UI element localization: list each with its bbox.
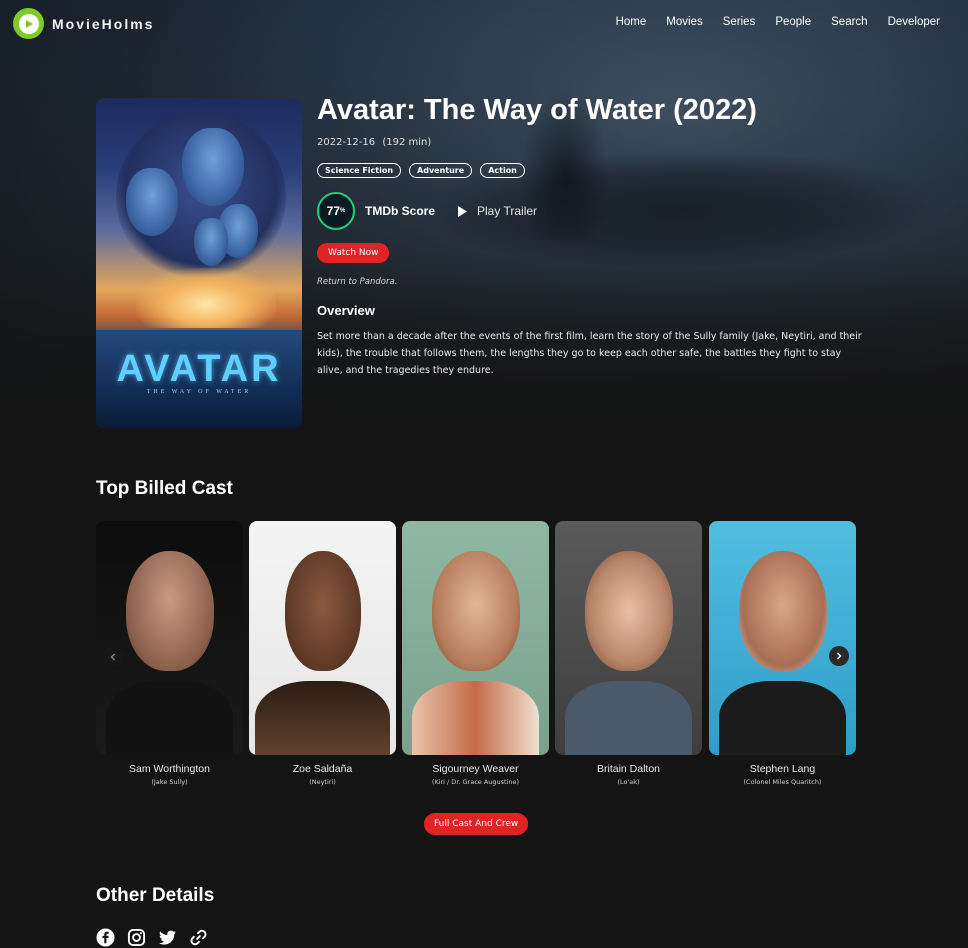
cast-name: Britain Dalton [596,763,661,775]
cast-photo[interactable] [402,521,549,755]
nav-developer[interactable]: Developer [888,16,940,28]
brand-name: MovieHolms [52,15,155,32]
twitter-icon[interactable] [158,928,177,947]
cast-role: (Lo'ak) [617,778,640,786]
movie-info: Avatar: The Way of Water (2022) 2022-12-… [317,94,877,379]
cast-photo[interactable] [709,521,856,755]
cast-name: Zoe Saldaña [292,763,353,775]
instagram-icon[interactable] [127,928,146,947]
cast-card[interactable]: Zoe Saldaña (Neytiri) [249,521,396,786]
poster-figure [126,168,178,236]
score-label: TMDb Score [365,204,436,218]
score-unit: % [340,208,346,214]
play-icon [458,205,468,217]
site-logo[interactable]: MovieHolms [13,8,154,39]
cast-role: (Jake Sully) [151,778,188,786]
other-details-heading: Other Details [96,885,215,906]
genre-badge[interactable]: Science Fiction [317,163,402,178]
poster-figure [182,128,244,206]
chevron-left-icon [110,653,115,661]
nav-series[interactable]: Series [723,16,756,28]
runtime: (192 min) [382,137,432,148]
nav-movies[interactable]: Movies [666,16,702,28]
link-icon[interactable] [189,928,208,947]
poster-title: AVATAR [116,348,282,390]
cast-role: (Kiri / Dr. Grace Augustine) [431,778,520,786]
overview-heading: Overview [317,303,375,318]
release-date: 2022-12-16 [317,137,376,148]
cast-name: Sam Worthington [129,763,210,775]
tmdb-score-circle: 77% [317,192,355,230]
movie-title: Avatar: The Way of Water (2022) [317,94,757,126]
nav-links: Home Movies Series People Search Develop… [616,16,940,28]
facebook-icon[interactable] [96,928,115,947]
logo-play-icon [13,8,44,39]
cast-photo[interactable] [555,521,702,755]
poster-sunset [136,268,276,328]
play-trailer-button[interactable]: Play Trailer [457,204,537,218]
watch-now-button[interactable]: Watch Now [317,243,390,263]
cast-photo[interactable] [96,521,243,755]
score-row: 77% TMDb Score Play Trailer [317,192,877,230]
tagline: Return to Pandora. [317,277,398,287]
cast-name: Sigourney Weaver [432,763,519,775]
carousel-next-button[interactable] [829,646,849,666]
cast-photo[interactable] [249,521,396,755]
cast-role: (Neytiri) [309,778,336,786]
cast-card[interactable]: Britain Dalton (Lo'ak) [555,521,702,786]
cast-card[interactable]: Sigourney Weaver (Kiri / Dr. Grace Augus… [402,521,549,786]
full-cast-button[interactable]: Full Cast And Crew [424,813,529,835]
genre-badge[interactable]: Action [480,163,525,178]
cast-heading: Top Billed Cast [96,478,233,499]
genre-list: Science Fiction Adventure Action [317,163,877,178]
nav-people[interactable]: People [775,16,811,28]
cast-carousel: Sam Worthington (Jake Sully) Zoe Saldaña… [96,521,856,791]
social-links [96,928,208,947]
nav-home[interactable]: Home [616,16,647,28]
carousel-prev-button[interactable] [103,647,123,667]
nav-search[interactable]: Search [831,16,867,28]
chevron-right-icon [836,652,842,660]
top-nav: MovieHolms Home Movies Series People Sea… [0,0,968,48]
movie-poster: AVATAR THE WAY OF WATER [96,98,302,428]
cast-name: Stephen Lang [749,763,816,775]
poster-subtitle: THE WAY OF WATER [146,389,252,395]
genre-badge[interactable]: Adventure [409,163,473,178]
cast-role: (Colonel Miles Quaritch) [743,778,822,786]
score-value: 77 [326,204,340,218]
poster-figure [194,218,228,266]
trailer-label: Play Trailer [477,204,538,218]
movie-meta: 2022-12-16 (192 min) [317,137,877,148]
overview-text: Set more than a decade after the events … [317,331,862,376]
